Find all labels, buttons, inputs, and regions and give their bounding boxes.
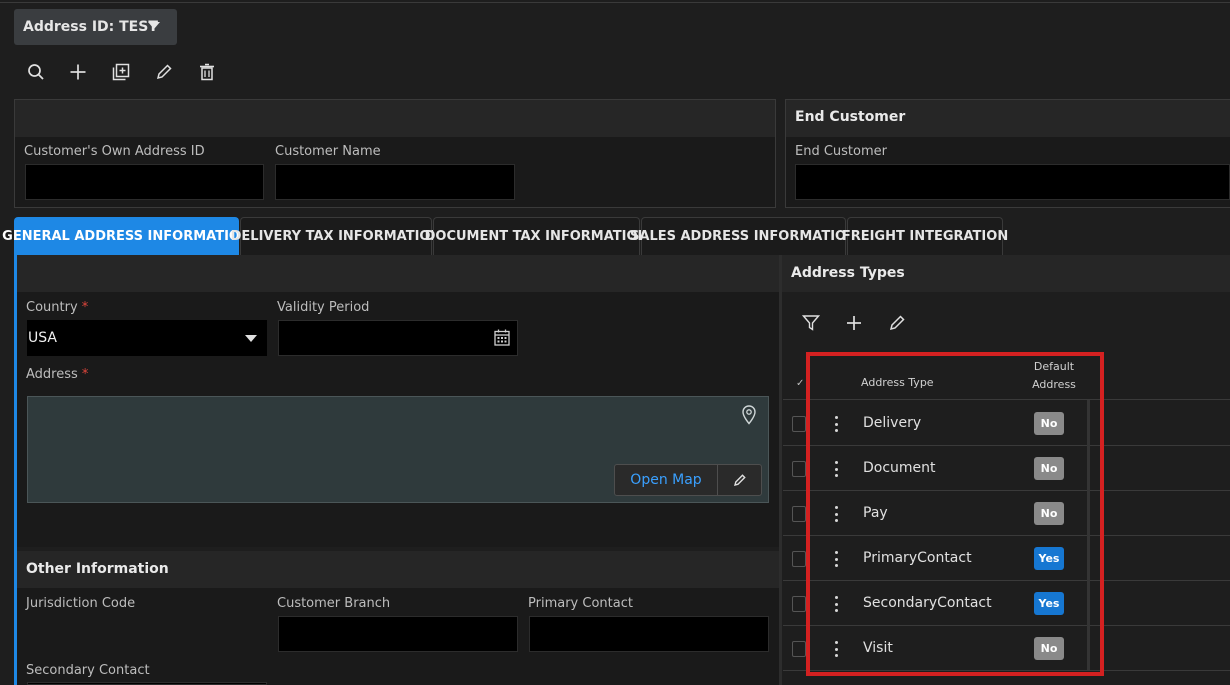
customer-branch-label: Customer Branch	[277, 596, 391, 611]
highlight-box	[806, 352, 1104, 676]
customer-panel-header	[15, 100, 775, 137]
location-pin-icon[interactable]	[742, 405, 756, 425]
column-divider	[779, 255, 782, 685]
duplicate-icon[interactable]	[110, 61, 132, 83]
end-customer-field[interactable]	[795, 164, 1230, 200]
own-address-id-field[interactable]	[25, 164, 264, 200]
plus-icon[interactable]	[845, 314, 863, 332]
tab-document-tax-information[interactable]: DOCUMENT TAX INFORMATION	[425, 217, 648, 255]
required-mark: *	[81, 300, 89, 315]
jurisdiction-code-label: Jurisdiction Code	[26, 596, 136, 611]
validity-period-field[interactable]	[278, 320, 518, 356]
select-all-checkmark[interactable]: ✓	[796, 378, 804, 389]
customer-branch-field[interactable]	[278, 616, 518, 652]
pencil-icon	[733, 474, 746, 486]
country-select[interactable]: USA	[27, 320, 267, 356]
primary-contact-label: Primary Contact	[528, 596, 633, 611]
end-customer-title: End Customer	[795, 109, 906, 125]
top-divider	[0, 2, 1230, 3]
end-customer-label: End Customer	[795, 144, 887, 159]
chevron-down-icon	[245, 335, 257, 342]
pencil-icon[interactable]	[153, 61, 175, 83]
primary-contact-field[interactable]	[529, 616, 769, 652]
row-checkbox[interactable]	[792, 596, 806, 612]
customer-name-field[interactable]	[275, 164, 515, 200]
row-checkbox[interactable]	[792, 506, 806, 522]
address-types-title: Address Types	[791, 265, 905, 281]
row-checkbox[interactable]	[792, 641, 806, 657]
row-checkbox[interactable]	[792, 461, 806, 477]
edit-address-button[interactable]	[717, 464, 762, 496]
address-id-selector[interactable]: Address ID: TEST	[14, 9, 177, 45]
address-id-label: Address ID: TEST	[23, 19, 158, 35]
open-map-button[interactable]: Open Map	[614, 464, 718, 496]
chevron-down-icon	[148, 22, 160, 29]
required-mark: *	[81, 367, 89, 382]
general-section-header	[17, 255, 779, 292]
tab-general-address-information[interactable]: GENERAL ADDRESS INFORMATION	[2, 217, 251, 255]
secondary-contact-label: Secondary Contact	[26, 663, 150, 678]
other-info-title: Other Information	[26, 561, 169, 577]
search-icon[interactable]	[25, 61, 47, 83]
tab-delivery-tax-information[interactable]: DELIVERY TAX INFORMATION	[231, 217, 441, 255]
trash-icon[interactable]	[196, 61, 218, 83]
customer-name-label: Customer Name	[275, 144, 381, 159]
calendar-icon[interactable]	[494, 329, 510, 346]
tab-sales-address-information[interactable]: SALES ADDRESS INFORMATION	[630, 217, 857, 255]
row-checkbox[interactable]	[792, 551, 806, 567]
own-address-id-label: Customer's Own Address ID	[24, 144, 205, 159]
pencil-icon[interactable]	[888, 314, 906, 332]
row-checkbox[interactable]	[792, 416, 806, 432]
country-value: USA	[28, 330, 57, 346]
address-label: Address *	[26, 367, 89, 382]
filter-icon[interactable]	[801, 314, 821, 332]
plus-icon[interactable]	[67, 61, 89, 83]
validity-period-label: Validity Period	[277, 300, 370, 315]
country-label: Country *	[26, 300, 89, 315]
tab-freight-integration[interactable]: FREIGHT INTEGRATION	[842, 217, 1008, 255]
